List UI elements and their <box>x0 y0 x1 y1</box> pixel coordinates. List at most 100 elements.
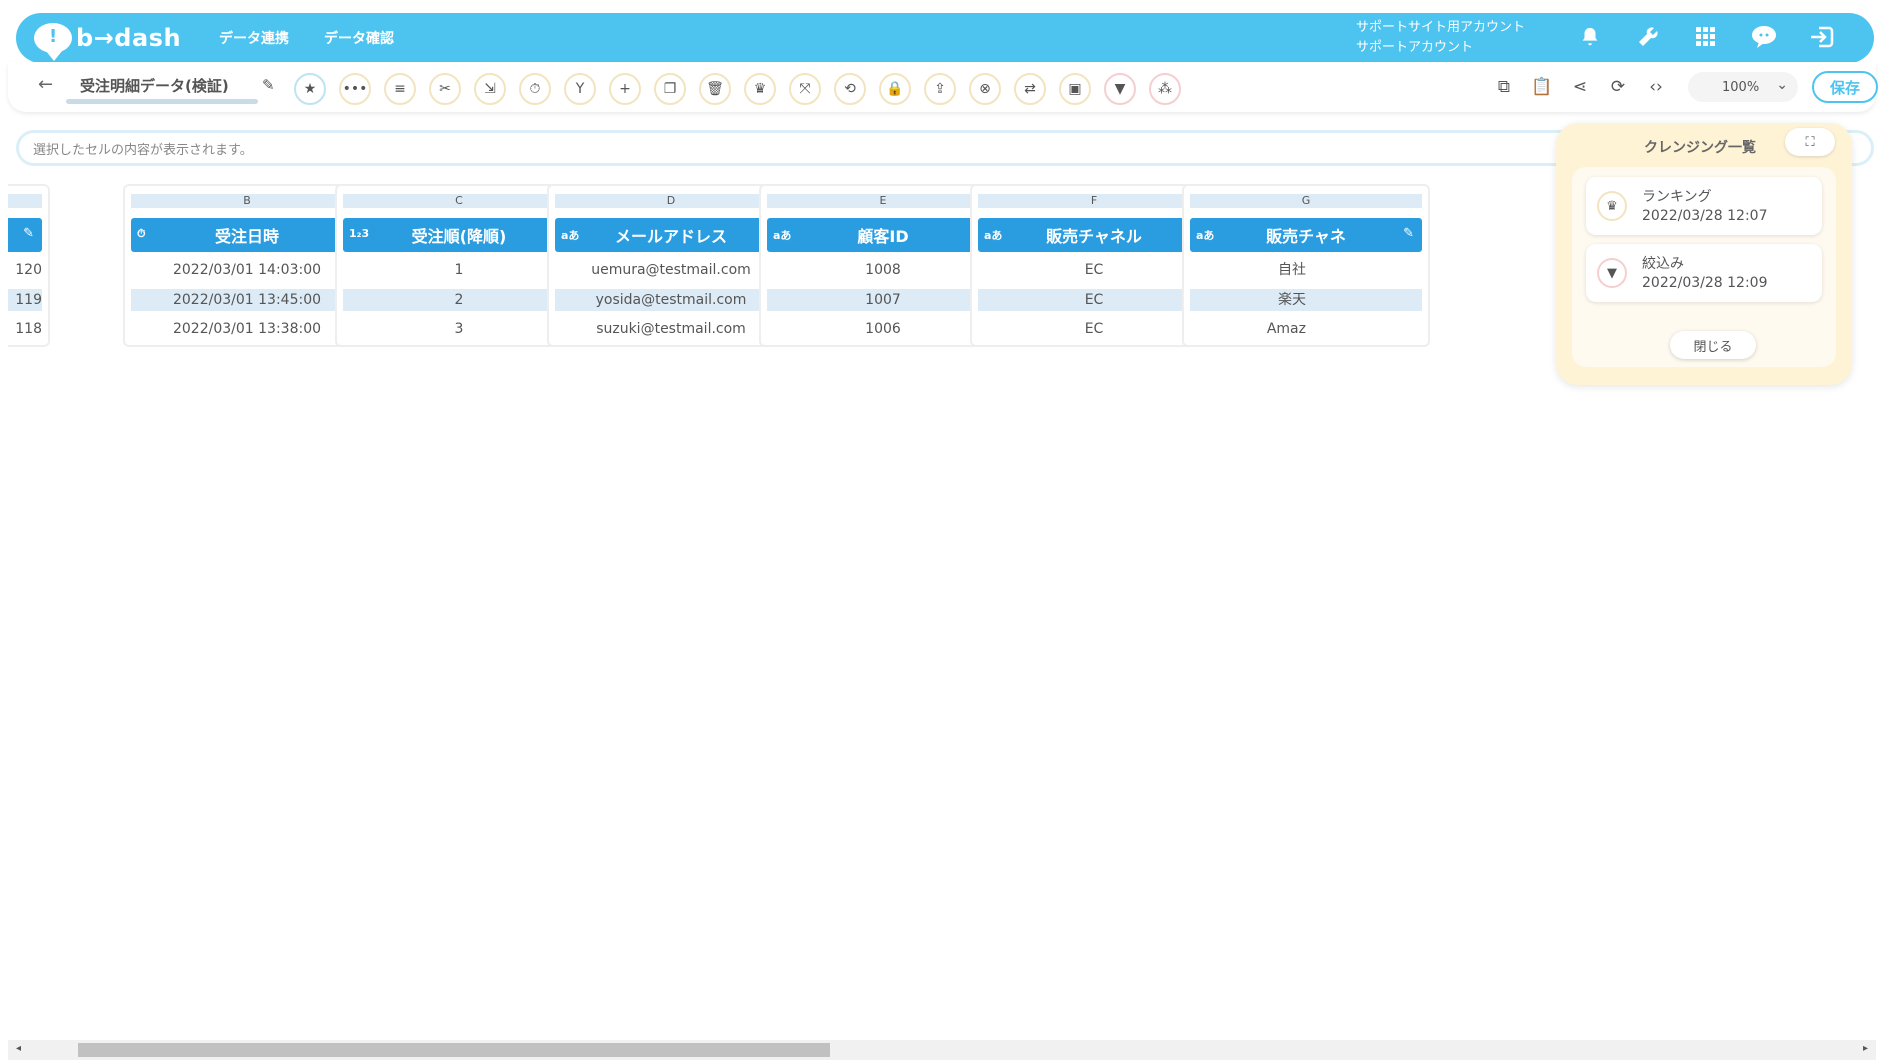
table-cell[interactable]: 119 <box>8 289 42 311</box>
lock-icon[interactable]: 🔒 <box>879 73 911 105</box>
title-underline <box>66 99 258 104</box>
scrollbar-thumb[interactable] <box>78 1043 830 1057</box>
convert-icon[interactable]: ⇄ <box>1014 73 1046 105</box>
close-button[interactable]: 閉じる <box>1670 331 1756 359</box>
table-cell[interactable]: 120 <box>8 259 42 281</box>
column-header[interactable]: 注ID✎ <box>8 218 42 252</box>
column-letter[interactable]: A <box>8 194 42 208</box>
wrench-icon[interactable] <box>1634 23 1662 51</box>
edit-title-icon[interactable]: ✎ <box>262 76 275 94</box>
table-cell[interactable]: 1007 <box>767 289 999 311</box>
column-letter[interactable]: E <box>767 194 999 208</box>
trash-icon[interactable]: 🗑 <box>699 73 731 105</box>
copy-icon[interactable]: ❐ <box>654 73 686 105</box>
table-cell[interactable]: 3 <box>343 318 575 340</box>
flow-icon[interactable]: ⧉ <box>1492 74 1516 100</box>
column-header[interactable]: aあ販売チャネル✎ <box>978 218 1210 252</box>
nav-data-check[interactable]: データ確認 <box>324 28 394 48</box>
plus-icon[interactable]: + <box>609 73 641 105</box>
refresh-icon[interactable]: ⟳ <box>1606 74 1630 100</box>
cancel-icon[interactable]: ⊗ <box>969 73 1001 105</box>
share-icon[interactable]: ⋖ <box>1568 74 1592 100</box>
logo-bubble-icon: ! <box>34 23 72 61</box>
cleansing-tools: ★ ••• ≡ ✂ ⇲ ⏱ Y + ❐ 🗑 ♛ ⤧ ⟲ 🔒 ⇪ ⊗ ⇄ ▣ ▼ ⁂ <box>294 73 1181 105</box>
clipboard-icon[interactable]: 📋 <box>1530 74 1554 100</box>
column-b: B ⏱受注日時✎ 2022/03/01 14:03:00 2022/03/01 13:… <box>123 184 371 347</box>
column-header[interactable]: aあ顧客ID✎ <box>767 218 999 252</box>
column-header[interactable]: aあメールアドレス✎ <box>555 218 787 252</box>
table-cell[interactable]: EC <box>978 289 1210 311</box>
table-cell[interactable]: 2022/03/01 13:45:00 <box>131 289 363 311</box>
filter-icon[interactable]: ▼ <box>1104 73 1136 105</box>
upload-icon[interactable]: ⇪ <box>924 73 956 105</box>
account-info[interactable]: サポートサイト用アカウント サポートアカウント <box>1356 18 1525 58</box>
table-cell[interactable]: 118 <box>8 318 42 340</box>
bdash-logo[interactable]: ! b→dash <box>34 23 184 61</box>
table-cell[interactable]: suzuki@testmail.com <box>555 318 787 340</box>
document-title[interactable]: 受注明細データ(検証) <box>80 75 229 96</box>
scissors-icon[interactable]: ✂ <box>429 73 461 105</box>
header-icons <box>1576 23 1836 51</box>
save-button[interactable]: 保存 <box>1812 71 1878 103</box>
horizontal-scrollbar[interactable]: ◂ ▸ <box>8 1040 1876 1060</box>
split-icon[interactable]: Y <box>564 73 596 105</box>
table-cell[interactable]: 1006 <box>767 318 999 340</box>
merge-icon[interactable]: ⇲ <box>474 73 506 105</box>
table-cell[interactable]: 2022/03/01 14:03:00 <box>131 259 363 281</box>
column-letter[interactable]: G <box>1190 194 1422 208</box>
expand-icon[interactable]: ⛶ <box>1785 128 1835 156</box>
list-icon[interactable]: ≡ <box>384 73 416 105</box>
box-icon[interactable]: ▣ <box>1059 73 1091 105</box>
compress-icon[interactable]: ⤧ <box>789 73 821 105</box>
column-header[interactable]: aあ 販売チャネ ✎ <box>1190 218 1422 252</box>
type-icon: ⏱ <box>137 227 146 240</box>
cleansing-item-name: ランキング <box>1642 189 1712 205</box>
scroll-right-icon[interactable]: ▸ <box>1863 1043 1868 1054</box>
toolbar: ← 受注明細データ(検証) ✎ ★ ••• ≡ ✂ ⇲ ⏱ Y + ❐ 🗑 ♛ ⤧ ⟲ 🔒 ⇪ ⊗ ⇄ ▣ ▼ ⁂ ⧉… <box>8 62 1878 112</box>
nav-data-link[interactable]: データ連携 <box>219 28 289 48</box>
code-icon[interactable]: ‹› <box>1644 74 1668 100</box>
back-arrow-icon[interactable]: ← <box>38 74 53 95</box>
logo-text: b→dash <box>76 24 182 52</box>
column-c: C 1₂3受注順(降順)✎ 1 2 3 <box>335 184 583 347</box>
edit-column-icon[interactable]: ✎ <box>1403 226 1414 241</box>
table-cell[interactable]: 楽天 <box>1190 289 1422 311</box>
grid-dots-icon[interactable]: ⁂ <box>1149 73 1181 105</box>
repeat-icon[interactable]: ⟲ <box>834 73 866 105</box>
table-cell[interactable]: Amaz <box>1190 318 1422 340</box>
logout-icon[interactable] <box>1808 23 1836 51</box>
type-icon: aあ <box>984 229 1003 242</box>
cleansing-item-ranking[interactable]: ♛ ランキング 2022/03/28 12:07 <box>1586 177 1822 235</box>
type-icon: aあ <box>1196 229 1215 242</box>
star-icon[interactable]: ★ <box>294 73 326 105</box>
type-icon: aあ <box>561 229 580 242</box>
zoom-select[interactable]: 100% ⌄ <box>1688 72 1798 102</box>
column-letter[interactable]: C <box>343 194 575 208</box>
more-icon[interactable]: ••• <box>339 73 371 105</box>
table-cell[interactable]: uemura@testmail.com <box>555 259 787 281</box>
timer-icon[interactable]: ⏱ <box>519 73 551 105</box>
table-cell[interactable]: yosida@testmail.com <box>555 289 787 311</box>
table-cell[interactable]: 2 <box>343 289 575 311</box>
column-header-label: 販売チャネル <box>1046 227 1142 246</box>
table-cell[interactable]: EC <box>978 318 1210 340</box>
table-cell[interactable]: 2022/03/01 13:38:00 <box>131 318 363 340</box>
crown-icon: ♛ <box>1597 191 1627 221</box>
crown-icon[interactable]: ♛ <box>744 73 776 105</box>
table-cell[interactable]: 自社 <box>1190 259 1422 281</box>
column-header[interactable]: ⏱受注日時✎ <box>131 218 363 252</box>
table-cell[interactable]: EC <box>978 259 1210 281</box>
bell-icon[interactable] <box>1576 23 1604 51</box>
grid-icon[interactable] <box>1692 23 1720 51</box>
cleansing-item-filter[interactable]: ▼ 絞込み 2022/03/28 12:09 <box>1586 244 1822 302</box>
column-letter[interactable]: B <box>131 194 363 208</box>
column-header[interactable]: 1₂3受注順(降順)✎ <box>343 218 575 252</box>
column-letter[interactable]: D <box>555 194 787 208</box>
table-cell[interactable]: 1 <box>343 259 575 281</box>
table-cell[interactable]: 1008 <box>767 259 999 281</box>
column-letter[interactable]: F <box>978 194 1210 208</box>
scroll-left-icon[interactable]: ◂ <box>16 1043 21 1054</box>
type-icon: aあ <box>773 229 792 242</box>
chat-icon[interactable] <box>1750 23 1778 51</box>
edit-column-icon[interactable]: ✎ <box>23 226 34 241</box>
